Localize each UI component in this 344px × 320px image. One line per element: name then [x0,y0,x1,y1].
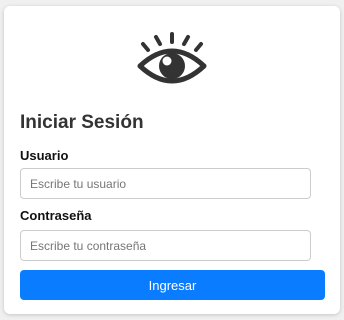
username-label: Usuario [20,148,69,163]
eye-icon [137,32,207,84]
page-title: Iniciar Sesión [20,112,144,133]
password-label: Contraseña [20,208,92,223]
login-button[interactable]: Ingresar [20,270,325,300]
login-card: Iniciar Sesión Usuario Contraseña Ingres… [4,6,340,314]
username-input[interactable] [20,168,311,199]
password-input[interactable] [20,230,311,261]
